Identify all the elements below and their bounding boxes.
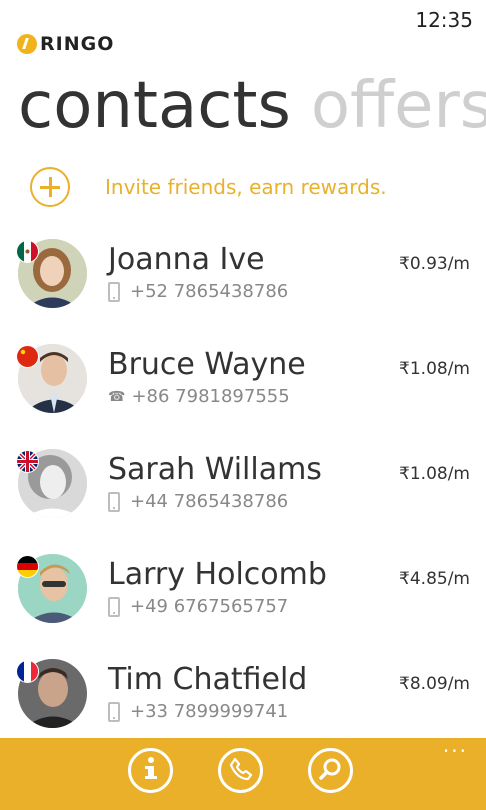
contact-item[interactable]: Larry Holcomb +49 6767565757 ₹4.85/m: [0, 551, 486, 656]
plus-icon: [30, 167, 70, 207]
contact-name: Joanna Ive: [108, 242, 265, 277]
mobile-phone-icon: [108, 701, 120, 722]
mobile-phone-icon: [108, 596, 120, 617]
contact-name: Larry Holcomb: [108, 557, 327, 592]
contact-name: Tim Chatfield: [108, 662, 308, 697]
phone-icon: [229, 757, 253, 785]
contact-item[interactable]: Sarah Willams +44 7865438786 ₹1.08/m: [0, 446, 486, 551]
search-button[interactable]: [308, 748, 353, 793]
contact-number: +33 7899999741: [130, 701, 289, 722]
landline-phone-icon: ☎: [108, 388, 126, 405]
call-rate: ₹0.93/m: [399, 254, 470, 274]
call-button[interactable]: [218, 748, 263, 793]
info-button[interactable]: [128, 748, 173, 793]
call-rate: ₹8.09/m: [399, 674, 470, 694]
contact-name: Sarah Willams: [108, 452, 322, 487]
ringo-logo-icon: [17, 34, 37, 54]
contact-item[interactable]: Joanna Ive +52 7865438786 ₹0.93/m: [0, 236, 486, 341]
contact-item[interactable]: Bruce Wayne ☎ +86 7981897555 ₹1.08/m: [0, 341, 486, 446]
app-name: RINGO: [40, 33, 115, 55]
flag-france-icon: [16, 660, 39, 683]
contact-number: +44 7865438786: [130, 491, 289, 512]
mobile-phone-icon: [108, 281, 120, 302]
tab-offers[interactable]: offers: [311, 69, 486, 143]
search-icon: [318, 757, 343, 785]
contact-list: Joanna Ive +52 7865438786 ₹0.93/m Bruce …: [0, 236, 486, 761]
call-rate: ₹1.08/m: [399, 359, 470, 379]
contact-number: +52 7865438786: [130, 281, 289, 302]
pivot-header: contacts offers: [18, 70, 486, 142]
more-options-icon[interactable]: ...: [443, 735, 468, 755]
flag-germany-icon: [16, 555, 39, 578]
call-rate: ₹1.08/m: [399, 464, 470, 484]
call-rate: ₹4.85/m: [399, 569, 470, 589]
contact-name: Bruce Wayne: [108, 347, 306, 382]
status-time: 12:35: [415, 8, 473, 32]
flag-uk-icon: [16, 450, 39, 473]
mobile-phone-icon: [108, 491, 120, 512]
flag-mexico-icon: [16, 240, 39, 263]
invite-label: Invite friends, earn rewards.: [105, 175, 387, 199]
app-bar: ...: [0, 735, 486, 810]
contact-number: +86 7981897555: [131, 386, 290, 407]
app-logo: RINGO: [17, 33, 114, 55]
contact-number: +49 6767565757: [130, 596, 289, 617]
flag-china-icon: [16, 345, 39, 368]
tab-contacts[interactable]: contacts: [18, 69, 291, 143]
invite-friends-button[interactable]: Invite friends, earn rewards.: [30, 167, 387, 207]
info-icon: [140, 756, 162, 786]
